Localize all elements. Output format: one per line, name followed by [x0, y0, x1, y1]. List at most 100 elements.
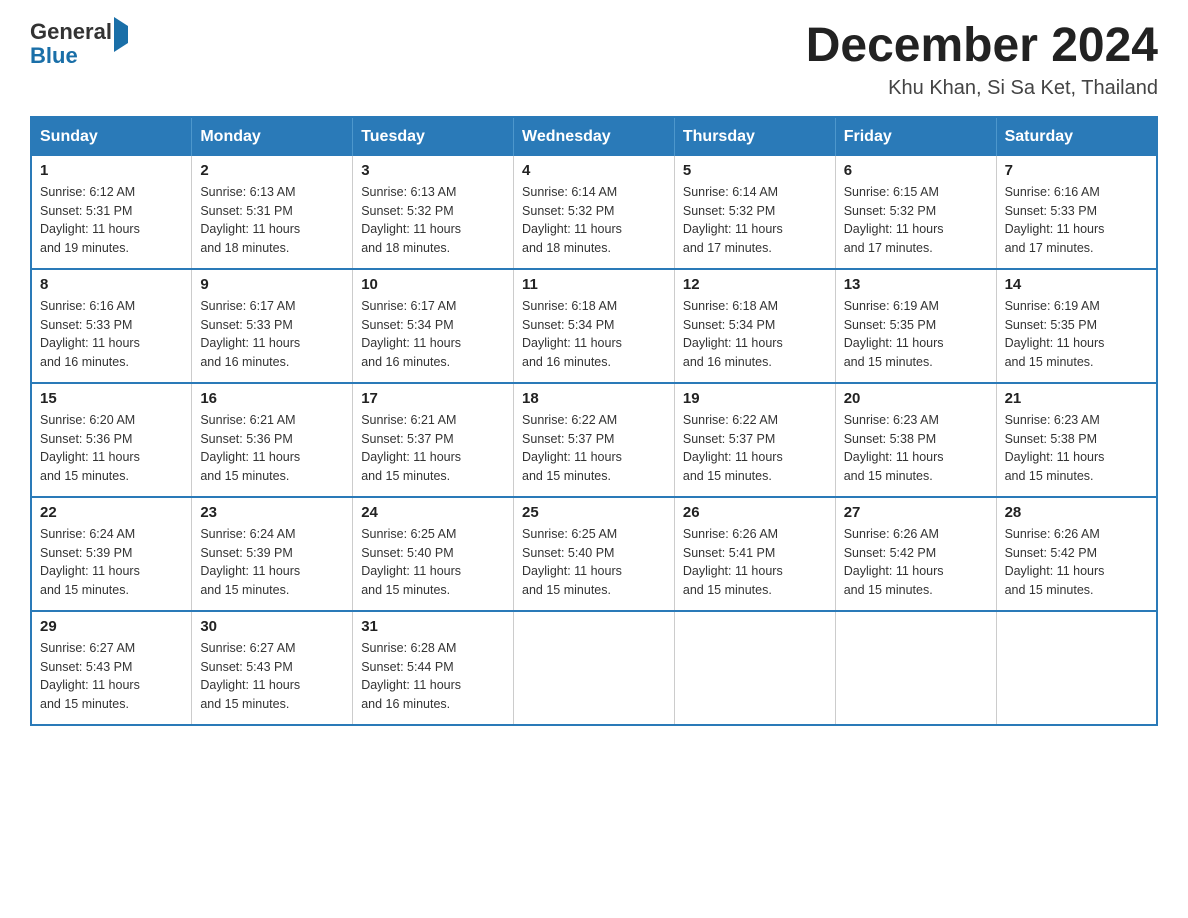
day-number: 8 [40, 276, 183, 293]
day-number: 28 [1005, 504, 1148, 521]
day-number: 17 [361, 390, 505, 407]
day-info: Sunrise: 6:21 AMSunset: 5:36 PMDaylight:… [200, 411, 344, 486]
logo-blue-text: Blue [30, 43, 78, 68]
day-info: Sunrise: 6:17 AMSunset: 5:33 PMDaylight:… [200, 297, 344, 372]
day-number: 1 [40, 162, 183, 179]
day-info: Sunrise: 6:22 AMSunset: 5:37 PMDaylight:… [522, 411, 666, 486]
calendar-cell: 27 Sunrise: 6:26 AMSunset: 5:42 PMDayligh… [835, 497, 996, 611]
weekday-header-monday: Monday [192, 117, 353, 156]
calendar-header: SundayMondayTuesdayWednesdayThursdayFrid… [31, 117, 1157, 156]
calendar-cell: 24 Sunrise: 6:25 AMSunset: 5:40 PMDayligh… [353, 497, 514, 611]
day-info: Sunrise: 6:24 AMSunset: 5:39 PMDaylight:… [40, 525, 183, 600]
calendar-cell: 13Sunrise: 6:19 AMSunset: 5:35 PMDayligh… [835, 269, 996, 383]
day-number: 16 [200, 390, 344, 407]
day-info: Sunrise: 6:27 AMSunset: 5:43 PMDaylight:… [200, 639, 344, 714]
day-info: Sunrise: 6:13 AMSunset: 5:32 PMDaylight:… [361, 183, 505, 258]
calendar-cell [835, 611, 996, 725]
calendar-table: SundayMondayTuesdayWednesdayThursdayFrid… [30, 116, 1158, 726]
calendar-cell: 18 Sunrise: 6:22 AMSunset: 5:37 PMDayligh… [514, 383, 675, 497]
title-block: December 2024 Khu Khan, Si Sa Ket, Thail… [806, 20, 1158, 100]
calendar-week-row: 29Sunrise: 6:27 AMSunset: 5:43 PMDayligh… [31, 611, 1157, 725]
logo-general-text: General [30, 19, 112, 44]
day-info: Sunrise: 6:23 AMSunset: 5:38 PMDaylight:… [1005, 411, 1148, 486]
day-number: 4 [522, 162, 666, 179]
calendar-cell: 9 Sunrise: 6:17 AMSunset: 5:33 PMDaylight… [192, 269, 353, 383]
calendar-week-row: 1Sunrise: 6:12 AMSunset: 5:31 PMDaylight… [31, 156, 1157, 269]
logo-triangle-icon [114, 17, 128, 52]
page-header: General Blue December 2024 Khu Khan, Si … [30, 20, 1158, 100]
calendar-cell: 15 Sunrise: 6:20 AMSunset: 5:36 PMDayligh… [31, 383, 192, 497]
calendar-cell: 17 Sunrise: 6:21 AMSunset: 5:37 PMDayligh… [353, 383, 514, 497]
calendar-cell: 28Sunrise: 6:26 AMSunset: 5:42 PMDayligh… [996, 497, 1157, 611]
calendar-cell: 30Sunrise: 6:27 AMSunset: 5:43 PMDayligh… [192, 611, 353, 725]
day-number: 13 [844, 276, 988, 293]
day-number: 12 [683, 276, 827, 293]
calendar-cell: 6Sunrise: 6:15 AMSunset: 5:32 PMDaylight… [835, 156, 996, 269]
day-number: 9 [200, 276, 344, 293]
day-info: Sunrise: 6:26 AMSunset: 5:41 PMDaylight:… [683, 525, 827, 600]
calendar-cell: 4 Sunrise: 6:14 AMSunset: 5:32 PMDaylight… [514, 156, 675, 269]
day-number: 31 [361, 618, 505, 635]
weekday-header-sunday: Sunday [31, 117, 192, 156]
day-number: 2 [200, 162, 344, 179]
day-info: Sunrise: 6:25 AMSunset: 5:40 PMDaylight:… [361, 525, 505, 600]
calendar-cell: 8 Sunrise: 6:16 AMSunset: 5:33 PMDaylight… [31, 269, 192, 383]
day-number: 3 [361, 162, 505, 179]
day-info: Sunrise: 6:24 AMSunset: 5:39 PMDaylight:… [200, 525, 344, 600]
weekday-header-thursday: Thursday [674, 117, 835, 156]
day-info: Sunrise: 6:22 AMSunset: 5:37 PMDaylight:… [683, 411, 827, 486]
calendar-body: 1Sunrise: 6:12 AMSunset: 5:31 PMDaylight… [31, 156, 1157, 725]
day-info: Sunrise: 6:14 AMSunset: 5:32 PMDaylight:… [522, 183, 666, 258]
calendar-week-row: 22Sunrise: 6:24 AMSunset: 5:39 PMDayligh… [31, 497, 1157, 611]
day-info: Sunrise: 6:16 AMSunset: 5:33 PMDaylight:… [1005, 183, 1148, 258]
day-number: 25 [522, 504, 666, 521]
day-info: Sunrise: 6:16 AMSunset: 5:33 PMDaylight:… [40, 297, 183, 372]
calendar-week-row: 8 Sunrise: 6:16 AMSunset: 5:33 PMDaylight… [31, 269, 1157, 383]
calendar-cell: 1Sunrise: 6:12 AMSunset: 5:31 PMDaylight… [31, 156, 192, 269]
day-number: 14 [1005, 276, 1148, 293]
day-number: 11 [522, 276, 666, 293]
day-info: Sunrise: 6:14 AMSunset: 5:32 PMDaylight:… [683, 183, 827, 258]
day-info: Sunrise: 6:26 AMSunset: 5:42 PMDaylight:… [844, 525, 988, 600]
day-number: 26 [683, 504, 827, 521]
weekday-header-row: SundayMondayTuesdayWednesdayThursdayFrid… [31, 117, 1157, 156]
day-info: Sunrise: 6:21 AMSunset: 5:37 PMDaylight:… [361, 411, 505, 486]
weekday-header-tuesday: Tuesday [353, 117, 514, 156]
day-number: 10 [361, 276, 505, 293]
day-info: Sunrise: 6:20 AMSunset: 5:36 PMDaylight:… [40, 411, 183, 486]
day-number: 15 [40, 390, 183, 407]
month-title: December 2024 [806, 20, 1158, 73]
day-number: 23 [200, 504, 344, 521]
day-number: 7 [1005, 162, 1148, 179]
day-info: Sunrise: 6:27 AMSunset: 5:43 PMDaylight:… [40, 639, 183, 714]
weekday-header-friday: Friday [835, 117, 996, 156]
calendar-cell: 26 Sunrise: 6:26 AMSunset: 5:41 PMDayligh… [674, 497, 835, 611]
calendar-cell: 14Sunrise: 6:19 AMSunset: 5:35 PMDayligh… [996, 269, 1157, 383]
day-info: Sunrise: 6:17 AMSunset: 5:34 PMDaylight:… [361, 297, 505, 372]
day-number: 5 [683, 162, 827, 179]
day-info: Sunrise: 6:13 AMSunset: 5:31 PMDaylight:… [200, 183, 344, 258]
day-number: 18 [522, 390, 666, 407]
calendar-cell: 19 Sunrise: 6:22 AMSunset: 5:37 PMDayligh… [674, 383, 835, 497]
logo: General Blue [30, 20, 128, 68]
day-info: Sunrise: 6:28 AMSunset: 5:44 PMDaylight:… [361, 639, 505, 714]
day-number: 27 [844, 504, 988, 521]
calendar-cell: 2 Sunrise: 6:13 AMSunset: 5:31 PMDaylight… [192, 156, 353, 269]
calendar-cell: 31 Sunrise: 6:28 AMSunset: 5:44 PMDayligh… [353, 611, 514, 725]
calendar-cell: 7 Sunrise: 6:16 AMSunset: 5:33 PMDaylight… [996, 156, 1157, 269]
day-number: 20 [844, 390, 988, 407]
calendar-cell: 11Sunrise: 6:18 AMSunset: 5:34 PMDayligh… [514, 269, 675, 383]
day-info: Sunrise: 6:18 AMSunset: 5:34 PMDaylight:… [683, 297, 827, 372]
day-number: 6 [844, 162, 988, 179]
calendar-cell: 29Sunrise: 6:27 AMSunset: 5:43 PMDayligh… [31, 611, 192, 725]
calendar-cell: 10 Sunrise: 6:17 AMSunset: 5:34 PMDayligh… [353, 269, 514, 383]
calendar-cell: 25Sunrise: 6:25 AMSunset: 5:40 PMDayligh… [514, 497, 675, 611]
day-number: 21 [1005, 390, 1148, 407]
calendar-cell: 12 Sunrise: 6:18 AMSunset: 5:34 PMDayligh… [674, 269, 835, 383]
day-number: 24 [361, 504, 505, 521]
calendar-cell [674, 611, 835, 725]
location-subtitle: Khu Khan, Si Sa Ket, Thailand [806, 77, 1158, 100]
day-number: 19 [683, 390, 827, 407]
day-info: Sunrise: 6:23 AMSunset: 5:38 PMDaylight:… [844, 411, 988, 486]
weekday-header-wednesday: Wednesday [514, 117, 675, 156]
